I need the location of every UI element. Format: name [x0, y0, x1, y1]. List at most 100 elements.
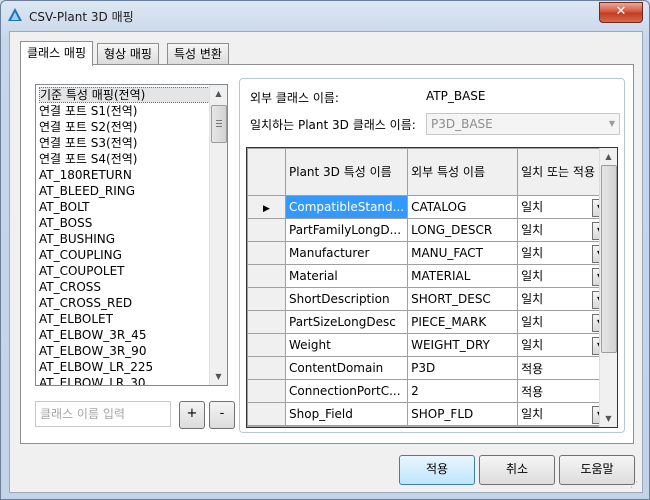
- grid-scroll-up-arrow-icon[interactable]: ▲: [600, 148, 617, 165]
- cell-external-property[interactable]: MATERIAL: [407, 264, 519, 288]
- class-list-item[interactable]: AT_ELBOW_LR_225: [39, 359, 227, 375]
- scrollbar-thumb[interactable]: [211, 105, 227, 143]
- cell-match-or-apply[interactable]: ▼일치: [517, 333, 613, 357]
- cell-plant3d-property[interactable]: ContentDomain: [284, 356, 409, 380]
- remove-class-button[interactable]: -: [209, 401, 235, 429]
- grid-row[interactable]: Shop_FieldSHOP_FLD▼일치: [247, 402, 613, 426]
- close-button[interactable]: ✕: [599, 2, 643, 23]
- class-list-item[interactable]: 연결 포트 S2(전역): [39, 119, 227, 135]
- cell-external-property[interactable]: PIECE_MARK: [407, 310, 519, 334]
- cell-match-or-apply[interactable]: ▼일치: [517, 241, 613, 265]
- cell-match-or-apply[interactable]: ▼일치: [517, 310, 613, 334]
- match-mode-value: 일치: [521, 199, 544, 214]
- class-list-scrollbar[interactable]: ▲ ▼: [209, 85, 227, 385]
- resize-grip-icon[interactable]: ⋰: [630, 480, 640, 490]
- cell-plant3d-property[interactable]: PartFamilyLongD...: [284, 218, 409, 242]
- cell-external-property[interactable]: P3D: [407, 356, 519, 380]
- cell-plant3d-property[interactable]: ConnectionPortC...: [284, 379, 409, 403]
- cell-plant3d-property[interactable]: ShortDescription: [284, 287, 409, 311]
- match-mode-value: 적용: [521, 361, 544, 376]
- apply-button[interactable]: 적용: [399, 455, 475, 485]
- class-list-item[interactable]: AT_180RETURN: [39, 167, 227, 183]
- scroll-up-arrow-icon[interactable]: ▲: [210, 85, 227, 102]
- class-list-item[interactable]: AT_ELBOLET: [39, 311, 227, 327]
- row-header[interactable]: [247, 333, 286, 357]
- class-list-item[interactable]: AT_BOLT: [39, 199, 227, 215]
- grid-row[interactable]: PartFamilyLongD...LONG_DESCR▼일치: [247, 218, 613, 242]
- row-header[interactable]: [247, 241, 286, 265]
- grid-row[interactable]: PartSizeLongDescPIECE_MARK▼일치: [247, 310, 613, 334]
- class-list-item[interactable]: AT_BUSHING: [39, 231, 227, 247]
- grid-scrollbar[interactable]: ▲ ▼: [599, 148, 617, 427]
- grid-row[interactable]: MaterialMATERIAL▼일치: [247, 264, 613, 288]
- title-bar[interactable]: CSV-Plant 3D 매핑 ✕: [1, 1, 649, 31]
- class-list-item[interactable]: 연결 포트 S1(전역): [39, 103, 227, 119]
- cell-plant3d-property[interactable]: Manufacturer: [284, 241, 409, 265]
- cell-plant3d-property[interactable]: CompatibleStand...: [284, 195, 409, 219]
- class-list-item[interactable]: 연결 포트 S4(전역): [39, 151, 227, 167]
- class-list-item[interactable]: AT_COUPLING: [39, 247, 227, 263]
- column-header-plant3d-property[interactable]: Plant 3D 특성 이름: [284, 148, 409, 196]
- cell-match-or-apply[interactable]: 적용: [517, 379, 613, 403]
- add-class-button[interactable]: +: [179, 401, 205, 429]
- row-header[interactable]: ▶: [247, 195, 286, 219]
- cell-plant3d-property[interactable]: PartSizeLongDesc: [284, 310, 409, 334]
- class-list-item[interactable]: 기준 특성 매핑(전역): [39, 87, 210, 103]
- tab-property-conversion[interactable]: 특성 변환: [167, 43, 229, 64]
- tab-shape-mapping[interactable]: 형상 매핑: [97, 43, 159, 64]
- dialog-window: CSV-Plant 3D 매핑 ✕ 클래스 매핑 형상 매핑 특성 변환 기준 …: [0, 0, 650, 500]
- cell-plant3d-property[interactable]: Material: [284, 264, 409, 288]
- row-header[interactable]: [247, 356, 286, 380]
- cell-external-property[interactable]: CATALOG: [407, 195, 519, 219]
- class-list-item[interactable]: AT_BOSS: [39, 215, 227, 231]
- scroll-down-arrow-icon[interactable]: ▼: [210, 368, 227, 385]
- row-header[interactable]: [247, 264, 286, 288]
- cell-match-or-apply[interactable]: ▼일치: [517, 287, 613, 311]
- cell-external-property[interactable]: WEIGHT_DRY: [407, 333, 519, 357]
- class-list-item[interactable]: 연결 포트 S3(전역): [39, 135, 227, 151]
- row-header[interactable]: [247, 402, 286, 426]
- tab-class-mapping[interactable]: 클래스 매핑: [20, 41, 94, 66]
- cancel-button[interactable]: 취소: [479, 455, 555, 485]
- grid-row[interactable]: ShortDescriptionSHORT_DESC▼일치: [247, 287, 613, 311]
- grid-row[interactable]: WeightWEIGHT_DRY▼일치: [247, 333, 613, 357]
- cell-external-property[interactable]: SHORT_DESC: [407, 287, 519, 311]
- class-list-item[interactable]: AT_CROSS: [39, 279, 227, 295]
- row-header[interactable]: [247, 218, 286, 242]
- row-header[interactable]: [247, 287, 286, 311]
- class-name-input[interactable]: 클래스 이름 입력: [35, 401, 171, 427]
- cell-match-or-apply[interactable]: ▼일치: [517, 264, 613, 288]
- class-list-item[interactable]: AT_COUPOLET: [39, 263, 227, 279]
- class-list-item[interactable]: AT_ELBOW_LR_30: [39, 375, 227, 385]
- row-header[interactable]: [247, 310, 286, 334]
- grid-row[interactable]: ConnectionPortC... 2 적용: [247, 379, 613, 403]
- plant3d-class-combo[interactable]: P3D_BASE ▼: [426, 113, 620, 135]
- grid-row[interactable]: ▶ CompatibleStand...CATALOG▼일치: [247, 195, 613, 219]
- cell-external-property[interactable]: MANU_FACT: [407, 241, 519, 265]
- class-list-item[interactable]: AT_CROSS_RED: [39, 295, 227, 311]
- cell-match-or-apply[interactable]: ▼일치: [517, 195, 613, 219]
- cell-match-or-apply[interactable]: ▼일치: [517, 402, 613, 426]
- grid-scrollbar-thumb[interactable]: [601, 165, 617, 353]
- cell-external-property[interactable]: SHOP_FLD: [407, 402, 519, 426]
- class-list-item[interactable]: AT_ELBOW_3R_45: [39, 327, 227, 343]
- help-button[interactable]: 도움말: [559, 455, 635, 485]
- column-header-match-or-apply[interactable]: 일치 또는 적용: [517, 148, 613, 196]
- grid-row[interactable]: ContentDomain P3D 적용: [247, 356, 613, 380]
- grid-scroll-down-arrow-icon[interactable]: ▼: [600, 410, 617, 427]
- property-mapping-grid[interactable]: Plant 3D 특성 이름 외부 특성 이름 일치 또는 적용 ▶ Compat…: [246, 147, 618, 428]
- chevron-down-icon[interactable]: ▼: [609, 114, 615, 134]
- cell-external-property[interactable]: 2: [407, 379, 519, 403]
- class-list[interactable]: 기준 특성 매핑(전역) 연결 포트 S1(전역) 연결 포트 S2(전역) 연결 포…: [35, 84, 228, 386]
- class-list-item[interactable]: AT_ELBOW_3R_90: [39, 343, 227, 359]
- grid-row[interactable]: ManufacturerMANU_FACT▼일치: [247, 241, 613, 265]
- match-mode-value: 일치: [521, 314, 544, 329]
- column-header-external-property[interactable]: 외부 특성 이름: [407, 148, 519, 196]
- class-list-item[interactable]: AT_BLEED_RING: [39, 183, 227, 199]
- cell-plant3d-property[interactable]: Shop_Field: [284, 402, 409, 426]
- cell-match-or-apply[interactable]: 적용: [517, 356, 613, 380]
- cell-match-or-apply[interactable]: ▼일치: [517, 218, 613, 242]
- cell-plant3d-property[interactable]: Weight: [284, 333, 409, 357]
- row-header[interactable]: [247, 379, 286, 403]
- cell-external-property[interactable]: LONG_DESCR: [407, 218, 519, 242]
